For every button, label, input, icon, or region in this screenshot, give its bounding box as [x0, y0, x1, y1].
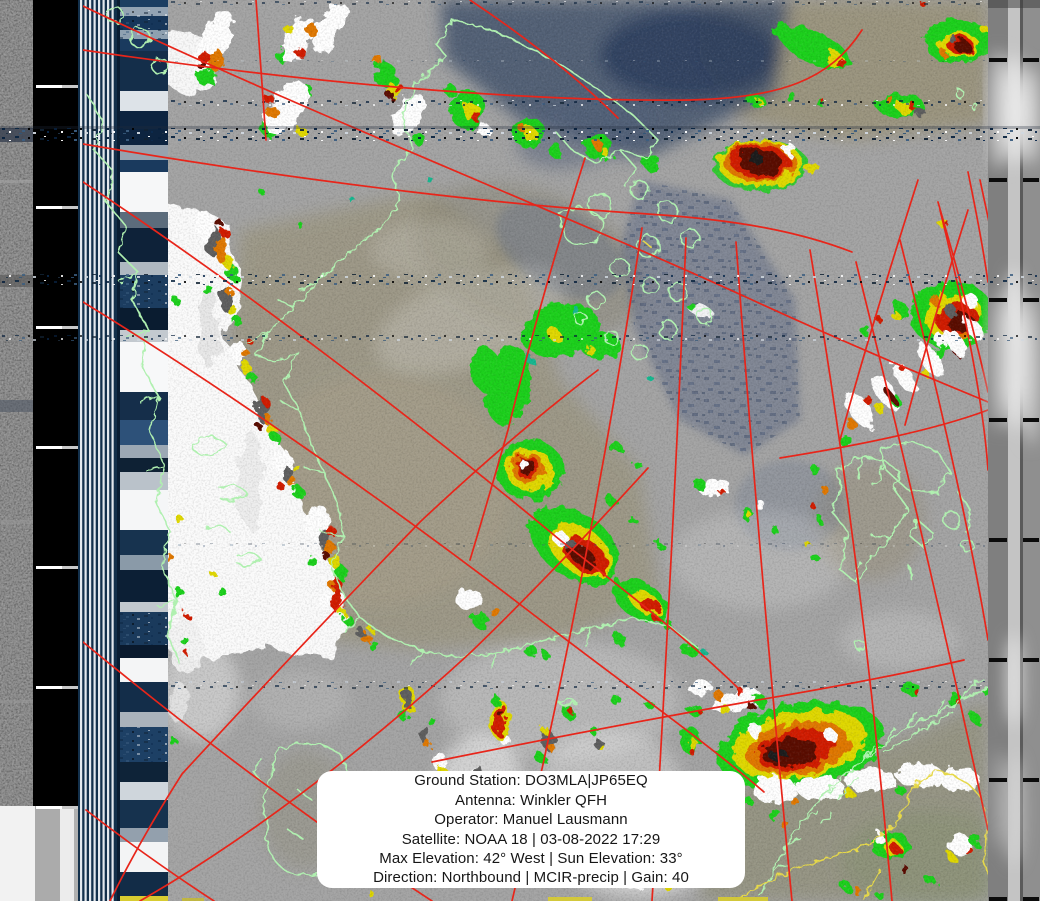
info-line-satellite: Satellite: NOAA 18 | 03-08-2022 17:29	[401, 830, 661, 848]
info-line-ground-station: Ground Station: DO3MLA|JP65EQ	[414, 772, 648, 790]
info-line-antenna: Antenna: Winkler QFH	[454, 791, 608, 809]
pass-info-overlay: Ground Station: DO3MLA|JP65EQ Antenna: W…	[317, 771, 745, 888]
apt-satellite-image	[0, 0, 1040, 901]
satellite-image-viewer: Ground Station: DO3MLA|JP65EQ Antenna: W…	[0, 0, 1040, 901]
sync-black-column	[33, 0, 78, 806]
info-line-operator: Operator: Manuel Lausmann	[434, 811, 628, 829]
info-line-elevation: Max Elevation: 42° West | Sun Elevation:…	[379, 849, 683, 867]
bottom-left-white-bar	[0, 806, 35, 901]
info-line-direction: Direction: Northbound | MCIR-precip | Ga…	[373, 869, 689, 887]
